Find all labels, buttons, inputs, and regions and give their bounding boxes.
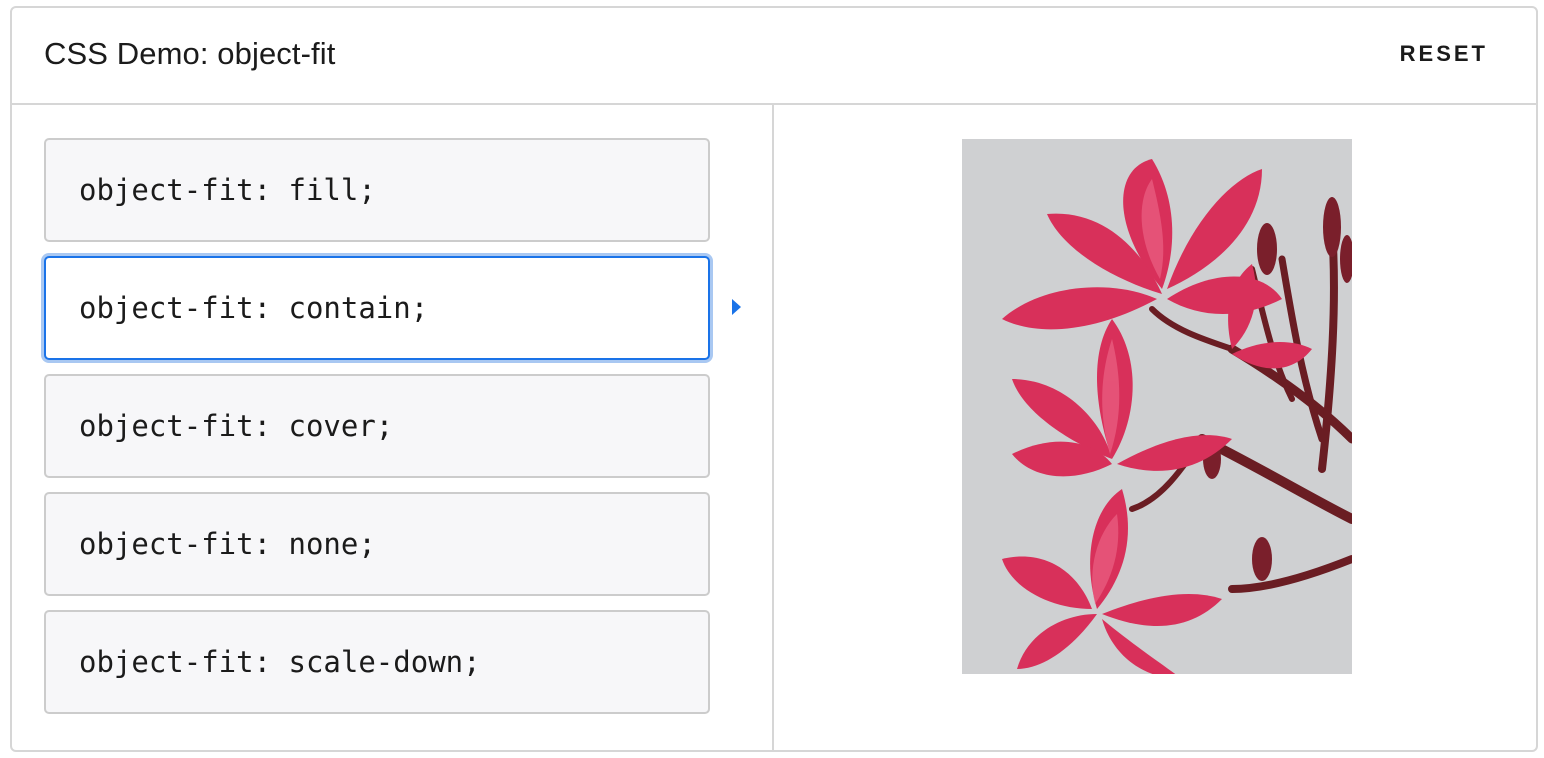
output-image bbox=[962, 139, 1352, 674]
example-choice-cover[interactable]: object-fit: cover; bbox=[44, 374, 710, 478]
example-choice-code: object-fit: none; bbox=[79, 527, 376, 561]
selected-indicator-arrow-icon bbox=[732, 299, 741, 315]
example-choice-code: object-fit: cover; bbox=[79, 409, 394, 443]
css-demo-panel: CSS Demo: object-fit RESET object-fit: f… bbox=[10, 6, 1538, 752]
flower-illustration bbox=[962, 139, 1352, 674]
example-choices: object-fit: fill; object-fit: contain; o… bbox=[12, 105, 774, 752]
example-choice-code: object-fit: scale-down; bbox=[79, 645, 481, 679]
example-choice-scale-down[interactable]: object-fit: scale-down; bbox=[44, 610, 710, 714]
demo-title: CSS Demo: object-fit bbox=[44, 36, 336, 71]
demo-header: CSS Demo: object-fit RESET bbox=[12, 8, 1536, 105]
example-choice-code: object-fit: contain; bbox=[79, 291, 429, 325]
output-pane bbox=[774, 105, 1536, 752]
example-choice-code: object-fit: fill; bbox=[79, 173, 376, 207]
example-choice-none[interactable]: object-fit: none; bbox=[44, 492, 710, 596]
example-choice-contain[interactable]: object-fit: contain; bbox=[44, 256, 710, 360]
reset-button[interactable]: RESET bbox=[1400, 41, 1488, 67]
example-choice-fill[interactable]: object-fit: fill; bbox=[44, 138, 710, 242]
